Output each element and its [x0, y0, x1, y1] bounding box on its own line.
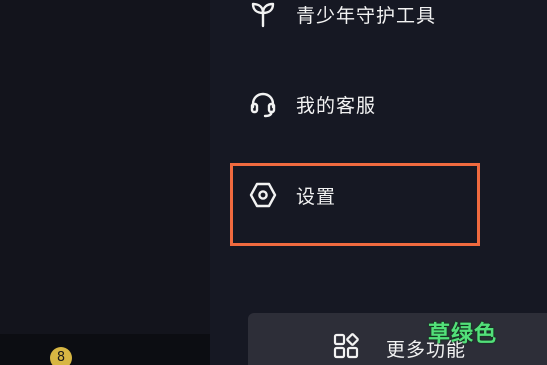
- background-overlay[interactable]: 8: [0, 0, 210, 365]
- menu-item-label: 设置: [296, 185, 337, 208]
- headset-icon: [248, 89, 278, 119]
- menu-item-settings[interactable]: 设置: [248, 175, 336, 215]
- more-features-button[interactable]: 更多功能: [248, 313, 547, 365]
- sprout-icon: [248, 0, 278, 29]
- screen: 8 青少年守护工具 我的客服 设置 更多功能 草绿色: [0, 0, 547, 365]
- side-drawer: 青少年守护工具 我的客服 设置 更多功能: [210, 0, 547, 365]
- bottom-nav-bar: [0, 334, 210, 365]
- menu-item-customer-service[interactable]: 我的客服: [248, 84, 376, 124]
- menu-item-label: 青少年守护工具: [296, 4, 437, 27]
- menu-item-youth-guard[interactable]: 青少年守护工具: [248, 0, 436, 34]
- hexagon-settings-icon: [248, 180, 278, 210]
- notification-badge[interactable]: 8: [50, 347, 72, 365]
- menu-item-label: 我的客服: [296, 94, 377, 117]
- watermark-text: 草绿色: [428, 322, 498, 347]
- apps-grid-icon: [332, 333, 360, 361]
